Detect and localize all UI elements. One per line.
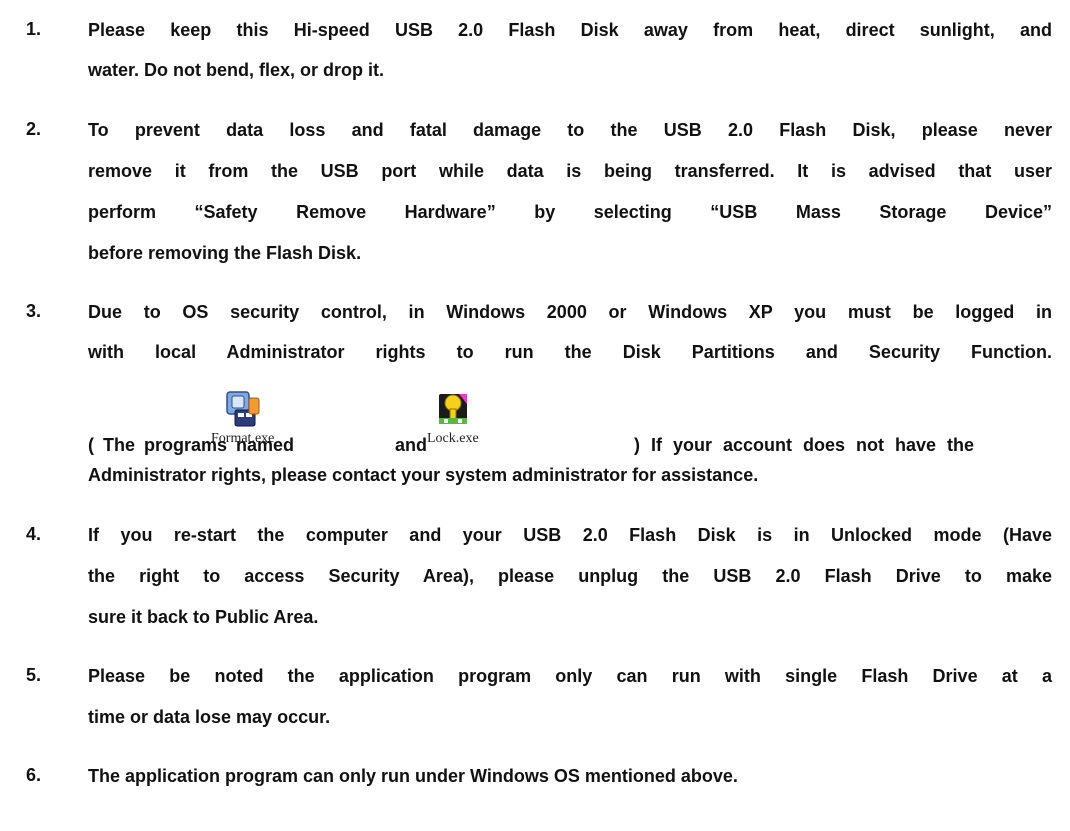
item-text-line: To prevent data loss and fatal damage to… bbox=[88, 120, 1052, 140]
format-program[interactable]: Format.exe bbox=[211, 390, 274, 446]
item-text-line: remove it from the USB port while data i… bbox=[88, 161, 1052, 181]
format-program-icon[interactable] bbox=[225, 390, 261, 428]
item-text-line: Due to OS security control, in Windows 2… bbox=[88, 302, 1052, 322]
item-text-line: perform “Safety Remove Hardware” by sele… bbox=[88, 202, 1052, 222]
item-text-line: sure it back to Public Area. bbox=[88, 607, 319, 627]
item-text-line: water. Do not bend, flex, or drop it. bbox=[88, 60, 385, 80]
lock-program-icon[interactable] bbox=[435, 390, 471, 428]
format-program-label[interactable]: Format.exe bbox=[211, 432, 274, 446]
programs-suffix: ) If your account does not have the bbox=[634, 435, 975, 455]
item-number: 6. bbox=[26, 765, 42, 785]
lock-program-label[interactable]: Lock.exe bbox=[427, 432, 479, 446]
programs-and: and bbox=[395, 435, 428, 455]
item-text-line: the right to access Security Area), plea… bbox=[88, 566, 1052, 586]
item-number: 4. bbox=[26, 524, 42, 544]
item-text-line: The application program can only run und… bbox=[88, 766, 738, 786]
item-text-line: Please keep this Hi-speed USB 2.0 Flash … bbox=[88, 20, 1052, 40]
item-number: 5. bbox=[26, 665, 42, 685]
item-text-line: with local Administrator rights to run t… bbox=[88, 342, 1052, 362]
instruction-list: 1. Please keep this Hi-speed USB 2.0 Fla… bbox=[0, 0, 1070, 831]
lock-program[interactable]: Lock.exe bbox=[427, 390, 479, 446]
item-text-line: before removing the Flash Disk. bbox=[88, 243, 362, 263]
item-text-line: time or data lose may occur. bbox=[88, 707, 331, 727]
item-number: 1. bbox=[26, 19, 42, 39]
item-text-line: Administrator rights, please contact you… bbox=[88, 465, 759, 485]
item-number: 2. bbox=[26, 119, 42, 139]
item-text-line: If you re-start the computer and your US… bbox=[88, 525, 1052, 545]
item-number: 3. bbox=[26, 301, 42, 321]
item-text-line: Please be noted the application program … bbox=[88, 666, 1052, 686]
